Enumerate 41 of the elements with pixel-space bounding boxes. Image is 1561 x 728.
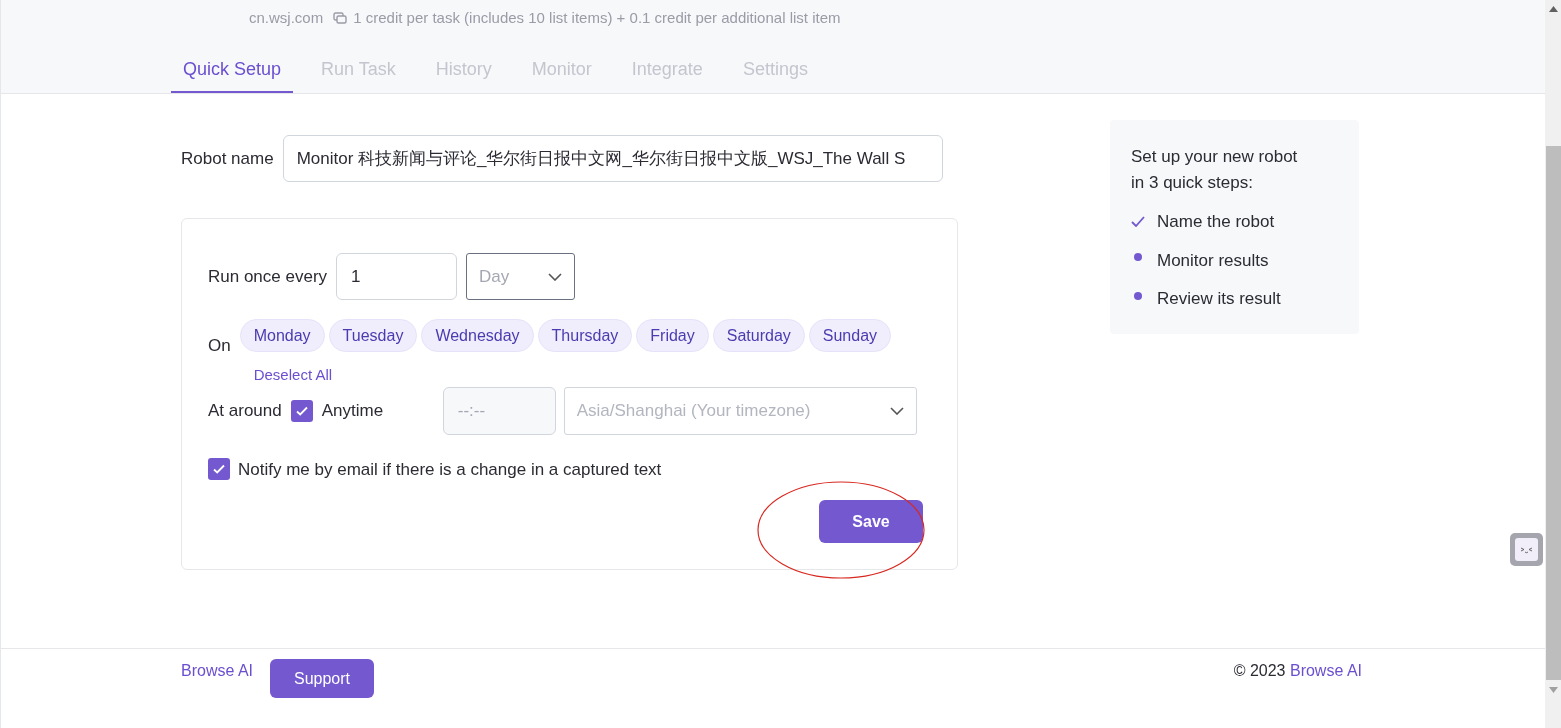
field-label: Robot name <box>181 147 274 170</box>
check-icon <box>1131 216 1145 228</box>
step-text: Monitor results <box>1157 249 1269 272</box>
day-chip[interactable]: Sunday <box>808 319 892 352</box>
field-label: At around <box>208 399 282 422</box>
interval-input[interactable]: 1 <box>336 253 458 300</box>
day-chip[interactable]: Friday <box>636 319 709 352</box>
scrollbar-thumb[interactable] <box>1545 146 1561 680</box>
robot-name-input[interactable]: Monitor 科技新闻与评论_华尔街日报中文网_华尔街日报中文版_WSJ_The Wall S <box>282 135 943 182</box>
bullet-icon <box>1134 291 1142 300</box>
checkbox-label: Notify me by email if there is a change in a captured text <box>238 458 662 481</box>
stacked-cards-icon <box>333 12 348 24</box>
tab[interactable]: Quick Setup <box>171 36 294 93</box>
field-label: Run once every <box>208 265 328 288</box>
chat-widget-icon[interactable] <box>1510 533 1543 566</box>
day-chip[interactable]: Tuesday <box>328 319 418 352</box>
brand-link[interactable]: Browse AI <box>1289 662 1362 679</box>
credit-info-text: 1 credit per task (includes 10 list items) + 0.1 credit per additional list item <box>353 7 841 28</box>
field-label: On <box>208 335 231 357</box>
copyright-text: © 2023 Browse AI <box>1233 661 1362 681</box>
chevron-down-icon <box>889 406 904 415</box>
domain-text: cn.wsj.com <box>249 7 324 28</box>
step-text: Review its result <box>1157 288 1281 310</box>
bullet-icon <box>1134 253 1142 262</box>
brand-link[interactable]: Browse AI <box>181 659 254 683</box>
day-chip[interactable]: Monday <box>239 319 325 352</box>
save-button[interactable]: Save <box>819 500 923 543</box>
steps-title: Set up your new robot in 3 quick steps: <box>1131 146 1299 194</box>
chevron-down-icon <box>548 272 563 281</box>
scrollbar[interactable] <box>1545 0 1561 728</box>
day-chip[interactable]: Thursday <box>537 319 633 352</box>
step-text: Name the robot <box>1157 211 1275 233</box>
checkbox[interactable] <box>208 458 230 481</box>
deselect-all-link[interactable]: Deselect All <box>253 364 892 387</box>
support-button[interactable]: Support <box>270 659 375 698</box>
scroll-up-icon[interactable] <box>1548 6 1558 12</box>
checkbox-label: Anytime <box>321 399 385 422</box>
day-chip[interactable]: Wednesday <box>421 319 534 352</box>
scroll-down-icon[interactable] <box>1548 687 1558 693</box>
checkbox[interactable] <box>290 399 313 422</box>
day-chip[interactable]: Saturday <box>712 319 805 352</box>
